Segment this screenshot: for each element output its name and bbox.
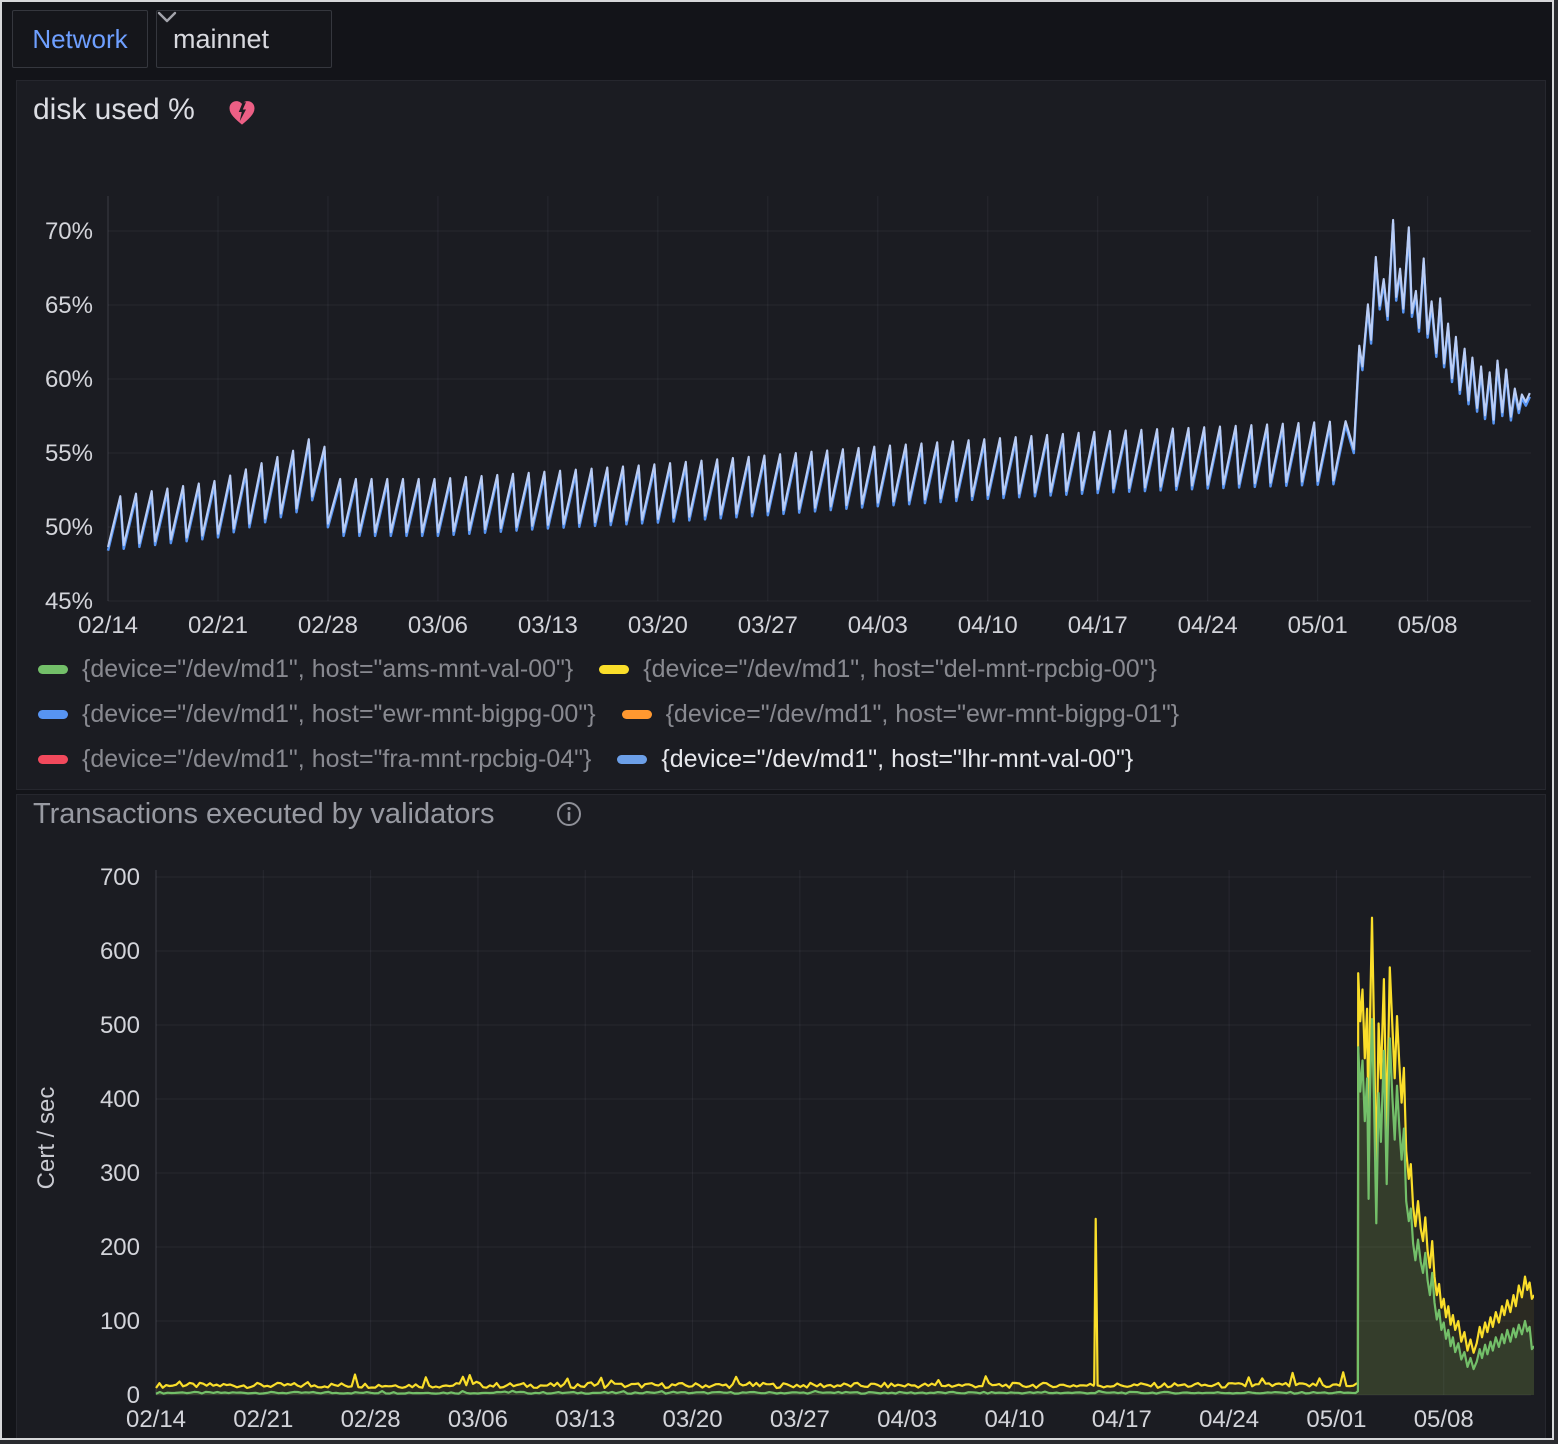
x-tick-label: 05/08: [1398, 612, 1458, 639]
series-line: [156, 918, 1534, 1388]
y-tick-label: 70%: [45, 218, 93, 245]
x-tick-label: 04/10: [984, 1406, 1044, 1433]
disk-used-chart[interactable]: 45% 50% 55% 60% 65% 70% 02/14 02/21 02/28 03/06 03…: [17, 81, 1547, 655]
x-tick-label: 04/24: [1199, 1406, 1259, 1433]
y-tick-label: 100: [100, 1308, 140, 1335]
panel-disk-used: disk used % 45%50%55%60%65%70%02/1402/21…: [16, 80, 1546, 790]
chart-legend: {device="/dev/md1", host="ams-mnt-val-00…: [38, 657, 1537, 772]
legend-label: {device="/dev/md1", host="fra-mnt-rpcbig…: [82, 745, 591, 774]
x-tick-label: 03/27: [738, 612, 798, 639]
x-tick-label: 02/21: [233, 1406, 293, 1433]
legend-item[interactable]: {device="/dev/md1", host="ewr-mnt-bigpg-…: [622, 702, 1180, 727]
legend-item[interactable]: {device="/dev/md1", host="del-mnt-rpcbig…: [599, 657, 1157, 682]
variable-label: Network: [32, 24, 127, 55]
transactions-chart[interactable]: 0 100 200 300 400 500 600 700 02/14 02/21 02/28 03/…: [17, 795, 1547, 1440]
legend-label: {device="/dev/md1", host="ewr-mnt-bigpg-…: [82, 700, 596, 729]
legend-swatch: [38, 665, 68, 674]
x-tick-label: 05/01: [1306, 1406, 1366, 1433]
legend-item[interactable]: {device="/dev/md1", host="ewr-mnt-bigpg-…: [38, 702, 596, 727]
y-tick-label: 600: [100, 938, 140, 965]
x-tick-label: 04/03: [848, 612, 908, 639]
series-fill: [156, 1019, 1534, 1395]
x-tick-label: 03/13: [518, 612, 578, 639]
legend-label: {device="/dev/md1", host="del-mnt-rpcbig…: [643, 655, 1157, 684]
x-tick-label: 04/17: [1068, 612, 1128, 639]
x-tick-label: 03/27: [770, 1406, 830, 1433]
y-tick-label: 45%: [45, 588, 93, 615]
x-tick-label: 04/03: [877, 1406, 937, 1433]
y-tick-label: 700: [100, 864, 140, 891]
legend-item[interactable]: {device="/dev/md1", host="lhr-mnt-val-00…: [617, 747, 1133, 772]
x-tick-label: 03/06: [408, 612, 468, 639]
x-tick-label: 04/17: [1092, 1406, 1152, 1433]
y-tick-label: 65%: [45, 292, 93, 319]
variable-value: mainnet: [173, 24, 269, 55]
legend-label: {device="/dev/md1", host="ewr-mnt-bigpg-…: [666, 700, 1180, 729]
legend-swatch: [599, 665, 629, 674]
x-tick-label: 04/10: [958, 612, 1018, 639]
x-tick-label: 03/06: [448, 1406, 508, 1433]
chevron-down-icon: [157, 11, 177, 23]
y-tick-label: 0: [127, 1382, 140, 1409]
x-tick-label: 02/21: [188, 612, 248, 639]
y-tick-label: 50%: [45, 514, 93, 541]
x-tick-label: 05/08: [1414, 1406, 1474, 1433]
legend-swatch: [622, 710, 652, 719]
series-line: [108, 224, 1530, 551]
legend-swatch: [38, 710, 68, 719]
y-tick-label: 400: [100, 1086, 140, 1113]
series-line: [156, 1019, 1534, 1394]
dashboard: Network mainnet disk used % 45%50%55%60%…: [0, 0, 1554, 1440]
legend-swatch: [38, 755, 68, 764]
variable-label-box[interactable]: Network: [12, 10, 148, 68]
x-tick-label: 03/13: [555, 1406, 615, 1433]
y-tick-label: 500: [100, 1012, 140, 1039]
x-tick-label: 02/28: [341, 1406, 401, 1433]
y-tick-label: 300: [100, 1160, 140, 1187]
legend-label: {device="/dev/md1", host="lhr-mnt-val-00…: [661, 745, 1133, 774]
y-tick-label: 55%: [45, 440, 93, 467]
x-tick-label: 02/28: [298, 612, 358, 639]
x-tick-label: 03/20: [628, 612, 688, 639]
legend-item[interactable]: {device="/dev/md1", host="fra-mnt-rpcbig…: [38, 747, 591, 772]
x-tick-label: 03/20: [663, 1406, 723, 1433]
panel-transactions: Transactions executed by validators Cert…: [16, 794, 1546, 1440]
legend-swatch: [617, 755, 647, 764]
x-tick-label: 02/14: [126, 1406, 186, 1433]
series-fill: [156, 918, 1534, 1395]
y-tick-label: 60%: [45, 366, 93, 393]
network-variable-dropdown[interactable]: mainnet: [156, 10, 332, 68]
x-tick-label: 05/01: [1288, 612, 1348, 639]
legend-label: {device="/dev/md1", host="ams-mnt-val-00…: [82, 655, 573, 684]
y-tick-label: 200: [100, 1234, 140, 1261]
legend-item[interactable]: {device="/dev/md1", host="ams-mnt-val-00…: [38, 657, 573, 682]
x-tick-label: 02/14: [78, 612, 138, 639]
x-tick-label: 04/24: [1178, 612, 1238, 639]
